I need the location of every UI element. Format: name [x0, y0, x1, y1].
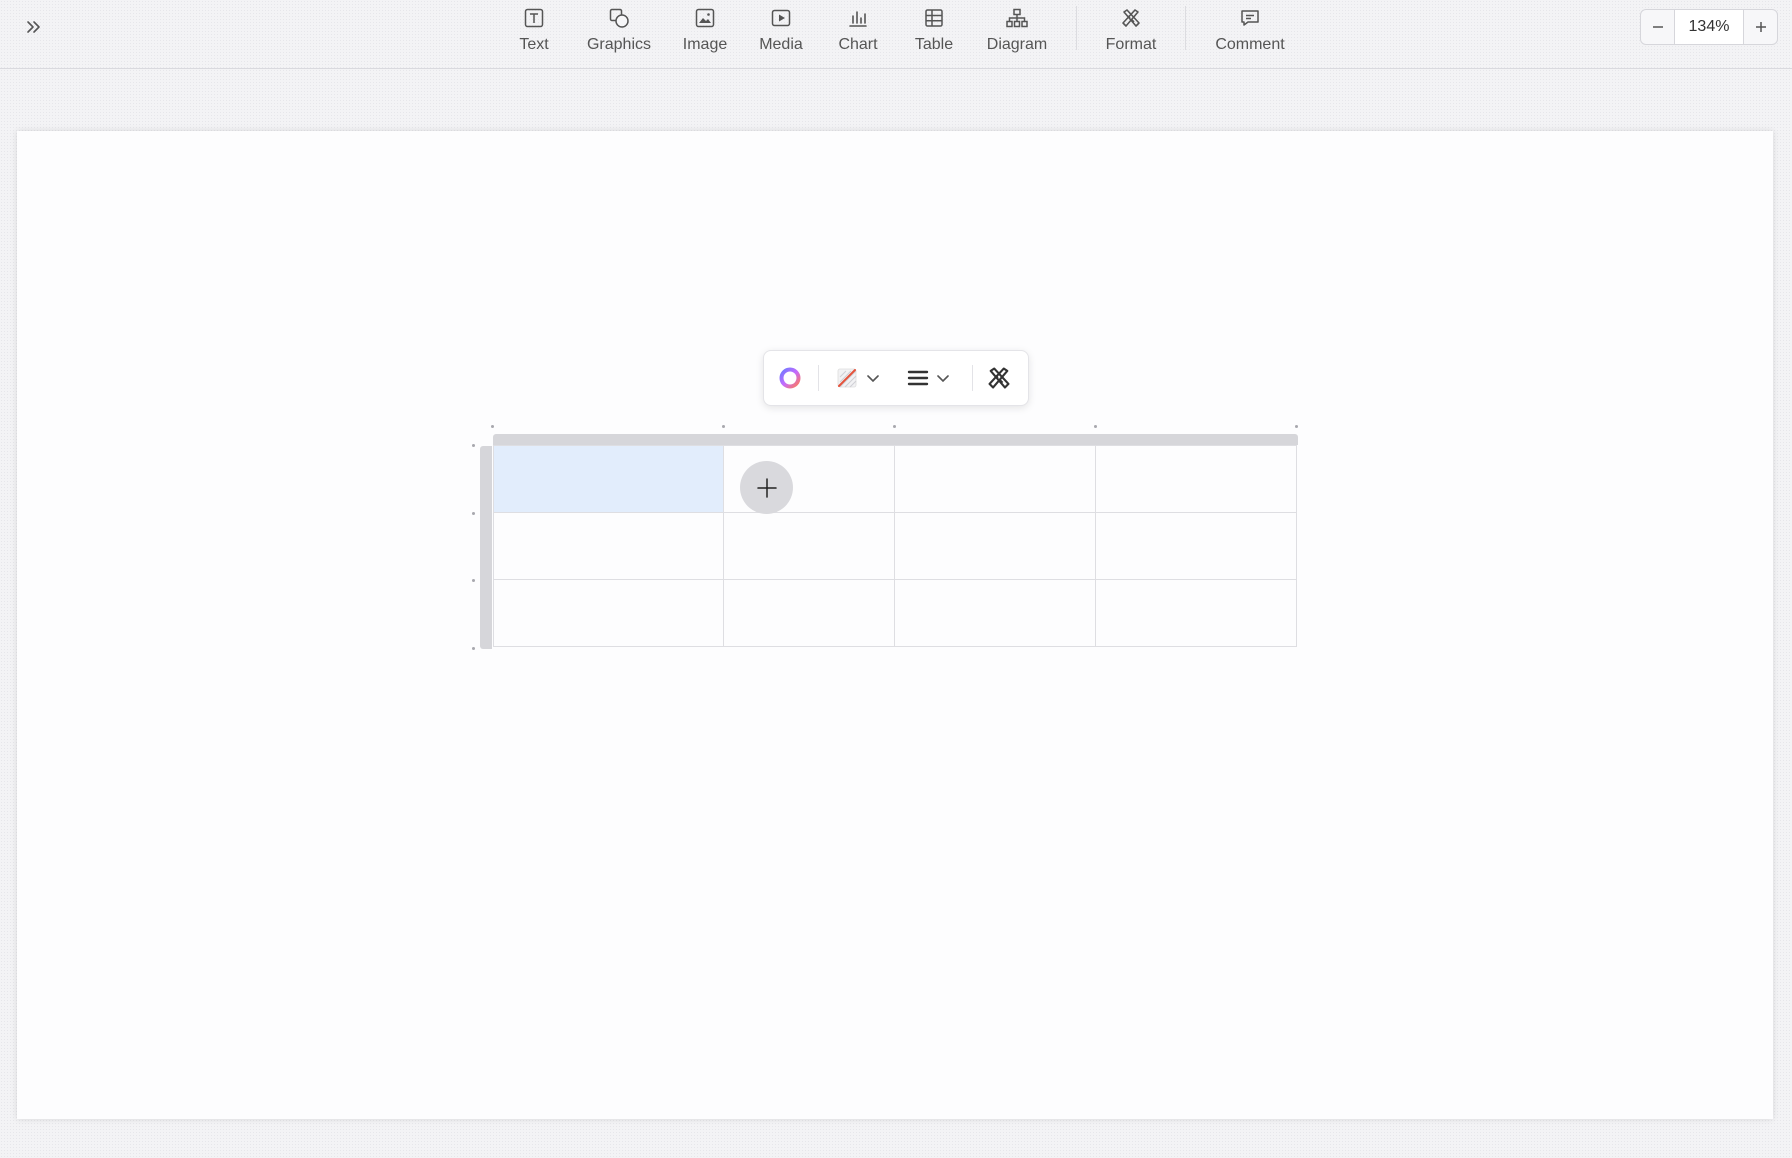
toolbar-chart-label: Chart [838, 36, 878, 53]
toolbar-format-label: Format [1105, 36, 1157, 53]
table-cell[interactable] [1095, 512, 1297, 580]
text-icon [522, 6, 546, 30]
zoom-in-button[interactable] [1744, 10, 1777, 44]
toolbar-diagram-button[interactable]: Diagram [982, 4, 1052, 56]
lines-icon [907, 370, 929, 386]
toolbar-divider [1185, 6, 1186, 50]
toolbar-divider [818, 365, 819, 391]
table-row [493, 445, 1297, 513]
table-context-toolbar [763, 350, 1029, 406]
plus-icon [756, 477, 777, 498]
column-handle-dot[interactable] [893, 425, 896, 428]
format-panel-button[interactable] [986, 362, 1012, 394]
table [493, 445, 1297, 647]
table-cell[interactable] [723, 512, 895, 580]
column-selector-bar[interactable] [493, 434, 1298, 445]
style-button[interactable] [776, 362, 804, 394]
graphics-icon [607, 6, 631, 30]
comment-icon [1238, 6, 1262, 30]
table-cell-selected[interactable] [493, 445, 724, 513]
chevron-down-icon [937, 375, 949, 383]
toolbar-image-label: Image [682, 36, 728, 53]
row-handle-dot[interactable] [472, 444, 475, 447]
toolbar-diagram-label: Diagram [986, 36, 1048, 53]
toolbar-graphics-label: Graphics [586, 36, 652, 53]
row-selector-bar[interactable] [480, 446, 492, 649]
table-cell[interactable] [1095, 579, 1297, 647]
diagram-icon [1005, 6, 1029, 30]
double-chevron-right-icon [27, 21, 40, 33]
toolbar-divider [1076, 6, 1077, 50]
zoom-control: 134% [1640, 9, 1778, 45]
table-cell[interactable] [894, 445, 1096, 513]
zoom-level[interactable]: 134% [1674, 10, 1744, 44]
table-cell[interactable] [493, 512, 724, 580]
top-toolbar: Text Graphics Image Media Chart Table Di… [0, 0, 1792, 69]
column-handle-dot[interactable] [1094, 425, 1097, 428]
column-handle-dot[interactable] [491, 425, 494, 428]
image-icon [693, 6, 717, 30]
toolbar-image-button[interactable]: Image [680, 4, 730, 56]
zoom-out-button[interactable] [1641, 10, 1674, 44]
table-cell[interactable] [723, 579, 895, 647]
row-handle-dot[interactable] [472, 579, 475, 582]
format-icon [1119, 6, 1143, 30]
border-style-dropdown[interactable] [906, 362, 952, 394]
toolbar-text-button[interactable]: Text [512, 4, 556, 56]
expand-sidebar-button[interactable] [20, 13, 48, 41]
add-cell-button[interactable] [740, 461, 793, 514]
chart-icon [846, 6, 870, 30]
table-row [493, 579, 1297, 647]
column-handle-dot[interactable] [722, 425, 725, 428]
table-cell[interactable] [894, 579, 1096, 647]
toolbar-format-button[interactable]: Format [1101, 4, 1161, 56]
toolbar-media-label: Media [759, 36, 803, 53]
row-handle-dot[interactable] [472, 512, 475, 515]
plus-icon [1755, 22, 1766, 32]
row-handle-dot[interactable] [472, 647, 475, 650]
chevron-down-icon [867, 375, 879, 383]
toolbar-graphics-button[interactable]: Graphics [582, 4, 656, 56]
toolbar-media-button[interactable]: Media [756, 4, 806, 56]
toolbar-text-label: Text [519, 36, 549, 53]
toolbar-comment-button[interactable]: Comment [1210, 4, 1290, 56]
column-handle-dot[interactable] [1295, 425, 1298, 428]
toolbar-table-button[interactable]: Table [910, 4, 958, 56]
toolbar-table-label: Table [914, 36, 954, 53]
toolbar-chart-button[interactable]: Chart [834, 4, 882, 56]
color-ring-icon [779, 367, 801, 389]
no-fill-icon [837, 368, 857, 388]
table-cell[interactable] [894, 512, 1096, 580]
table-row [493, 512, 1297, 580]
table-icon [922, 6, 946, 30]
format-icon [988, 367, 1010, 389]
table-cell[interactable] [1095, 445, 1297, 513]
media-icon [769, 6, 793, 30]
toolbar-comment-label: Comment [1215, 36, 1285, 53]
fill-color-dropdown[interactable] [834, 362, 882, 394]
table-cell[interactable] [493, 579, 724, 647]
toolbar-divider [972, 365, 973, 391]
minus-icon [1652, 26, 1663, 28]
